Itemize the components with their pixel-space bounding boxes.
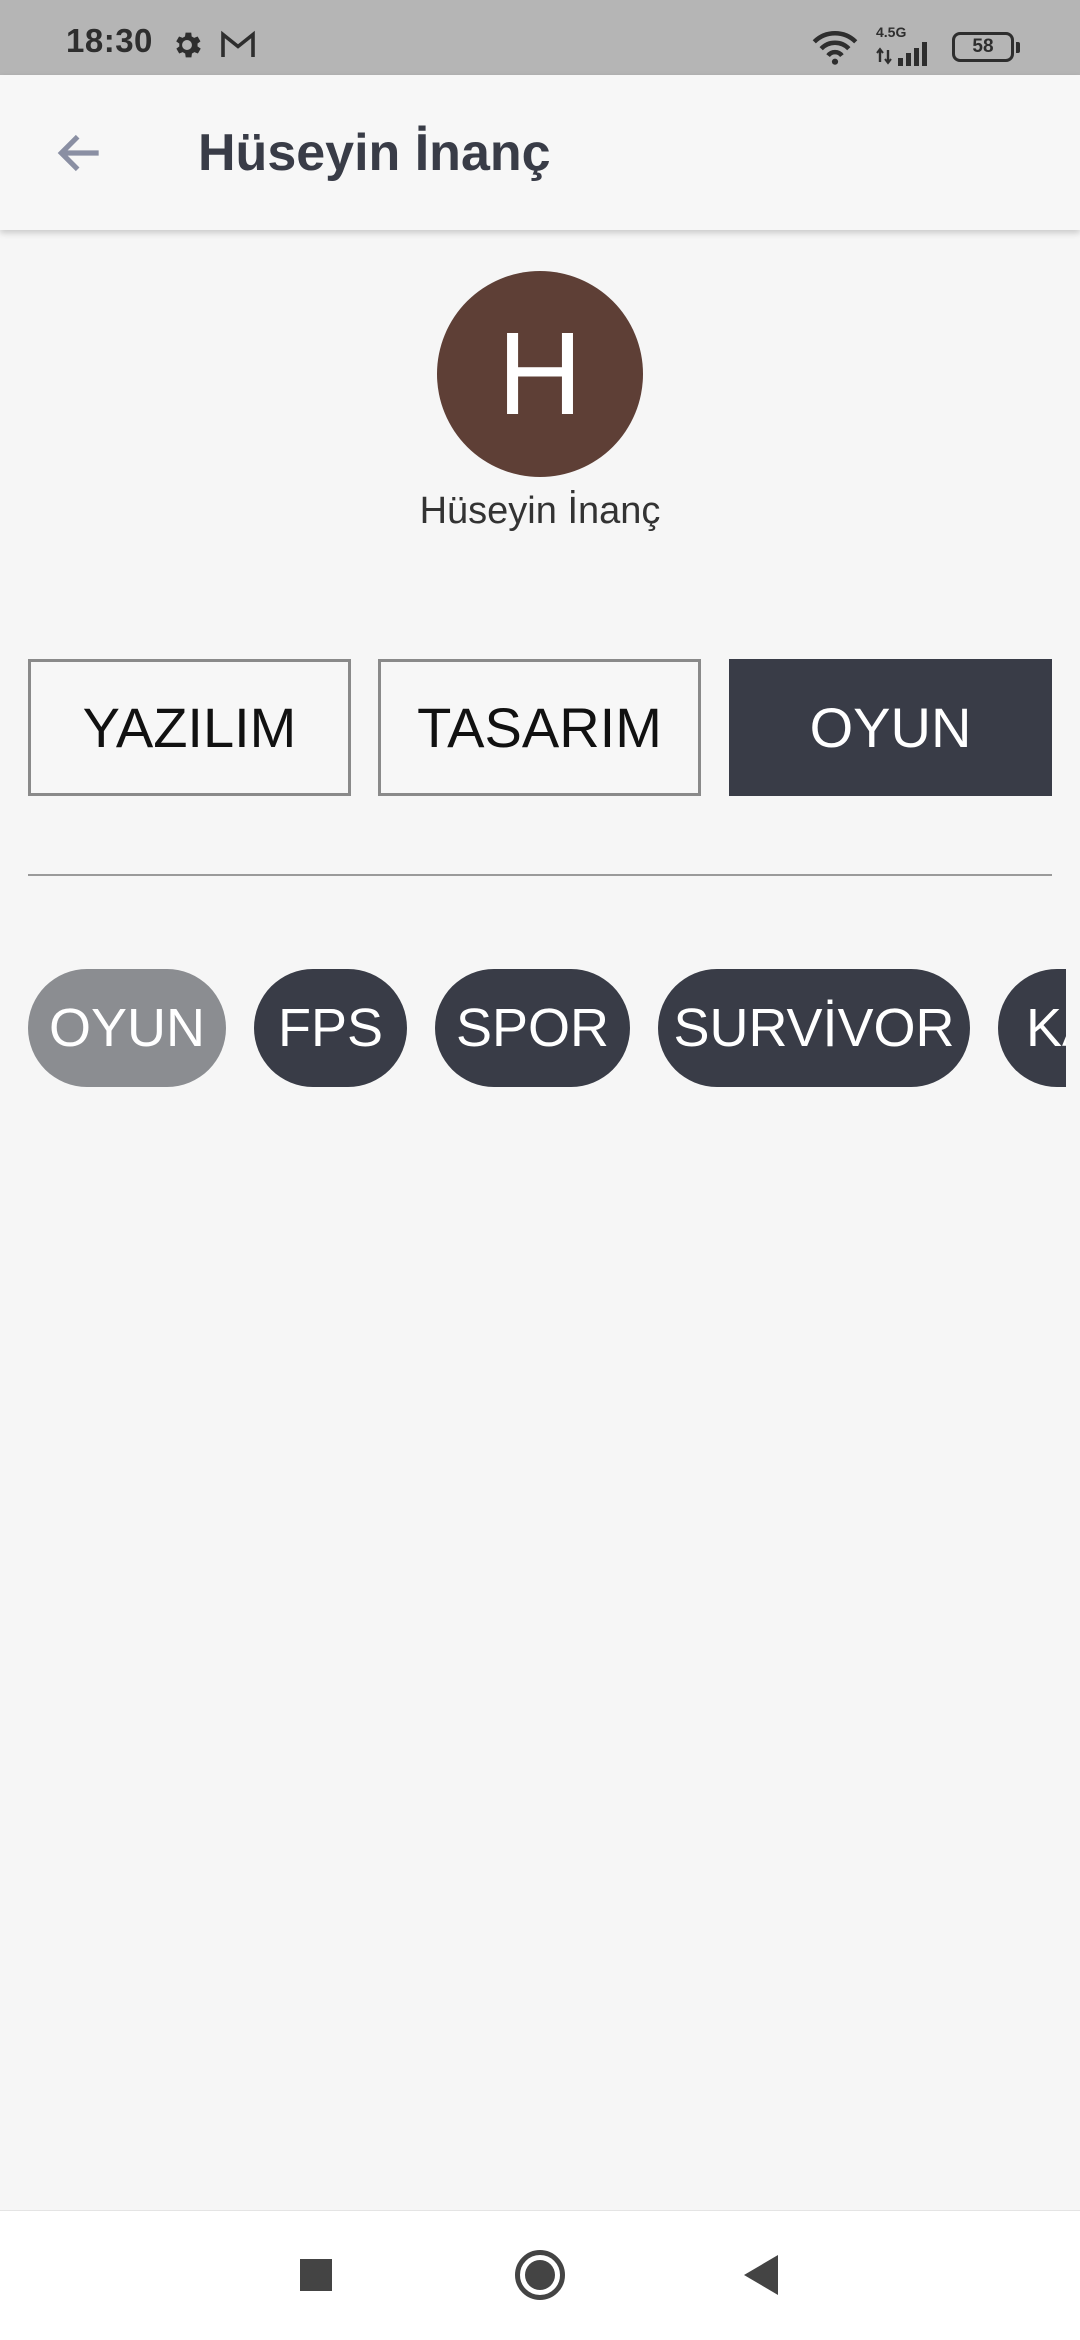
back-triangle-icon[interactable] — [744, 2255, 778, 2295]
gmail-icon — [221, 30, 255, 57]
home-circle-icon[interactable] — [515, 2250, 565, 2300]
signal-icon: 4.5G — [876, 24, 936, 66]
home-circle-inner — [525, 2260, 555, 2290]
arrow-left-icon — [57, 134, 99, 172]
back-button[interactable] — [40, 113, 120, 193]
chip-label: OYUN — [48, 998, 205, 1058]
tab-label: OYUN — [809, 696, 972, 759]
status-time: 18:30 — [66, 22, 153, 59]
chip-label: KA — [1026, 998, 1066, 1058]
app-bar: Hüseyin İnanç — [0, 75, 1080, 230]
divider — [28, 874, 1052, 876]
avatar: H — [437, 271, 643, 477]
battery-icon: 58 — [952, 32, 1020, 62]
battery-level: 58 — [972, 36, 994, 57]
system-nav-bar — [0, 2210, 1080, 2340]
tab-yazilim[interactable]: YAZILIM — [28, 659, 351, 796]
avatar-letter: H — [497, 308, 583, 440]
wifi-icon — [812, 31, 858, 65]
recents-square-icon[interactable] — [300, 2259, 332, 2291]
category-tabs: YAZILIM TASARIM OYUN — [28, 659, 1052, 796]
gear-icon — [176, 32, 201, 58]
tab-tasarim[interactable]: TASARIM — [378, 659, 701, 796]
page-title: Hüseyin İnanç — [198, 124, 551, 182]
chip-label: FPS — [277, 998, 384, 1058]
chip-label: SPOR — [455, 998, 610, 1058]
chip-label: SURVİVOR — [673, 998, 955, 1058]
chip-fps[interactable]: FPS — [254, 969, 407, 1087]
tab-label: TASARIM — [417, 696, 662, 759]
tab-label: YAZILIM — [82, 696, 297, 759]
network-label: 4.5G — [876, 24, 907, 40]
chip-survivor[interactable]: SURVİVOR — [658, 969, 970, 1087]
profile-name: Hüseyin İnanç — [419, 490, 661, 532]
chip-spor[interactable]: SPOR — [435, 969, 630, 1087]
tag-chips-row[interactable]: OYUN FPS SPOR SURVİVOR KA — [0, 969, 1066, 1089]
status-bar: 18:30 4.5G 58 — [0, 0, 1080, 75]
chip-oyun[interactable]: OYUN — [28, 969, 226, 1087]
tab-oyun[interactable]: OYUN — [729, 659, 1052, 796]
chip-partial[interactable]: KA — [998, 969, 1066, 1087]
